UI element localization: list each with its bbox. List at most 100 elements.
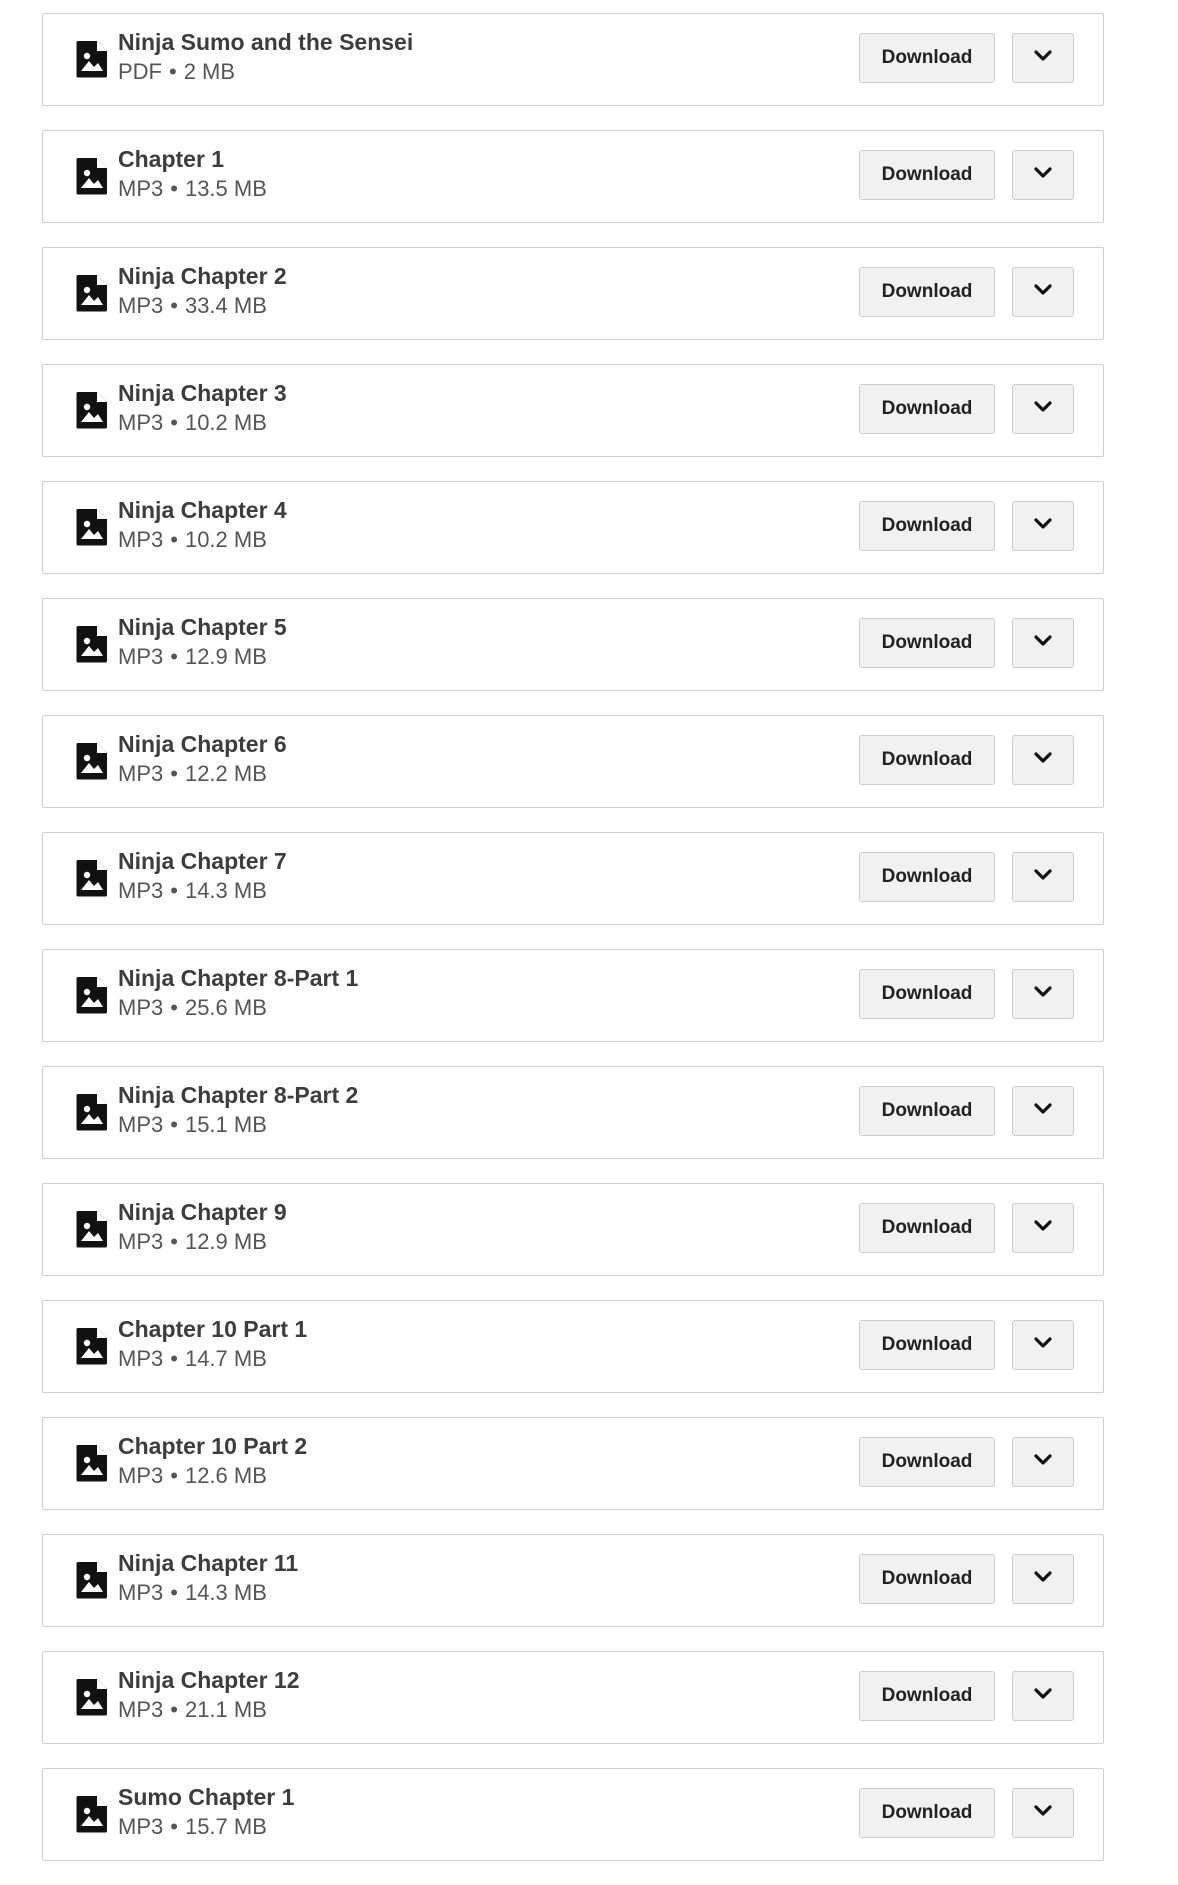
file-name: Ninja Chapter 6 — [118, 731, 287, 757]
more-options-button[interactable] — [1012, 267, 1074, 317]
file-name: Ninja Chapter 7 — [118, 848, 287, 874]
download-button[interactable]: Download — [859, 735, 995, 785]
file-meta: MP3 • 14.7 MB — [118, 1344, 307, 1374]
file-meta: MP3 • 33.4 MB — [118, 291, 287, 321]
meta-separator: • — [170, 1580, 178, 1605]
image-file-icon — [76, 1561, 108, 1599]
file-info: Ninja Chapter 5 MP3 • 12.9 MB — [118, 613, 287, 672]
download-button[interactable]: Download — [859, 1086, 995, 1136]
file-row: Ninja Chapter 6 MP3 • 12.2 MB Download — [42, 715, 1104, 808]
file-size: 13.5 MB — [184, 176, 267, 201]
more-options-button[interactable] — [1012, 33, 1074, 83]
download-button[interactable]: Download — [859, 1788, 995, 1838]
more-options-button[interactable] — [1012, 969, 1074, 1019]
image-file-icon — [76, 274, 108, 312]
chevron-down-icon — [1034, 400, 1052, 418]
file-name: Chapter 1 — [118, 146, 225, 172]
file-type: MP3 — [118, 1697, 164, 1722]
file-row: Ninja Chapter 7 MP3 • 14.3 MB Download — [42, 832, 1104, 925]
more-options-button[interactable] — [1012, 618, 1074, 668]
meta-separator: • — [170, 176, 178, 201]
more-options-button[interactable] — [1012, 1437, 1074, 1487]
file-meta: MP3 • 12.6 MB — [118, 1461, 307, 1491]
file-row: Ninja Chapter 8-Part 2 MP3 • 15.1 MB Downl… — [42, 1066, 1104, 1159]
download-button[interactable]: Download — [859, 969, 995, 1019]
file-type: MP3 — [118, 1463, 164, 1488]
file-type: MP3 — [118, 1229, 164, 1254]
file-row: Chapter 10 Part 1 MP3 • 14.7 MB Download — [42, 1300, 1104, 1393]
file-name: Chapter 10 Part 2 — [118, 1433, 308, 1459]
file-type: MP3 — [118, 761, 164, 786]
file-size: 12.9 MB — [184, 644, 267, 669]
more-options-button[interactable] — [1012, 1203, 1074, 1253]
meta-separator: • — [170, 1112, 178, 1137]
image-file-icon — [76, 1444, 108, 1482]
more-options-button[interactable] — [1012, 852, 1074, 902]
file-size: 21.1 MB — [184, 1697, 267, 1722]
download-button[interactable]: Download — [859, 618, 995, 668]
file-meta: PDF • 2 MB — [118, 57, 413, 87]
file-row: Chapter 1 MP3 • 13.5 MB Download — [42, 130, 1104, 223]
chevron-down-icon — [1034, 1687, 1052, 1705]
file-row: Ninja Chapter 4 MP3 • 10.2 MB Download — [42, 481, 1104, 574]
meta-separator: • — [170, 1346, 178, 1371]
file-list: Ninja Sumo and the Sensei PDF • 2 MB Downl… — [42, 13, 1104, 1885]
file-info: Ninja Chapter 8-Part 2 MP3 • 15.1 MB — [118, 1081, 358, 1140]
more-options-button[interactable] — [1012, 501, 1074, 551]
more-options-button[interactable] — [1012, 1788, 1074, 1838]
file-row: Chapter 10 Part 2 MP3 • 12.6 MB Download — [42, 1417, 1104, 1510]
more-options-button[interactable] — [1012, 1554, 1074, 1604]
more-options-button[interactable] — [1012, 150, 1074, 200]
more-options-button[interactable] — [1012, 384, 1074, 434]
image-file-icon — [76, 742, 108, 780]
download-button[interactable]: Download — [859, 1554, 995, 1604]
more-options-button[interactable] — [1012, 1086, 1074, 1136]
download-button[interactable]: Download — [859, 852, 995, 902]
file-meta: MP3 • 15.1 MB — [118, 1110, 358, 1140]
file-info: Ninja Chapter 11 MP3 • 14.3 MB — [118, 1549, 298, 1608]
chevron-down-icon — [1034, 517, 1052, 535]
file-name: Ninja Chapter 8-Part 1 — [118, 965, 359, 991]
file-name: Ninja Chapter 9 — [118, 1199, 287, 1225]
more-options-button[interactable] — [1012, 1320, 1074, 1370]
meta-separator: • — [170, 1814, 178, 1839]
chevron-down-icon — [1034, 634, 1052, 652]
file-size: 12.6 MB — [184, 1463, 267, 1488]
file-type: MP3 — [118, 1580, 164, 1605]
more-options-button[interactable] — [1012, 735, 1074, 785]
file-size: 14.3 MB — [184, 1580, 267, 1605]
image-file-icon — [76, 1327, 108, 1365]
file-row: Ninja Chapter 11 MP3 • 14.3 MB Download — [42, 1534, 1104, 1627]
chevron-down-icon — [1034, 1453, 1052, 1471]
download-button[interactable]: Download — [859, 501, 995, 551]
download-button[interactable]: Download — [859, 33, 995, 83]
file-row: Ninja Chapter 9 MP3 • 12.9 MB Download — [42, 1183, 1104, 1276]
file-size: 14.7 MB — [184, 1346, 267, 1371]
file-size: 15.1 MB — [184, 1112, 267, 1137]
file-meta: MP3 • 15.7 MB — [118, 1812, 294, 1842]
file-size: 10.2 MB — [184, 410, 267, 435]
chevron-down-icon — [1034, 985, 1052, 1003]
more-options-button[interactable] — [1012, 1671, 1074, 1721]
image-file-icon — [76, 1093, 108, 1131]
meta-separator: • — [170, 1229, 178, 1254]
file-type: PDF — [118, 59, 162, 84]
chevron-down-icon — [1034, 1570, 1052, 1588]
download-button[interactable]: Download — [859, 1671, 995, 1721]
file-info: Ninja Sumo and the Sensei PDF • 2 MB — [118, 28, 413, 87]
file-type: MP3 — [118, 995, 164, 1020]
download-button[interactable]: Download — [859, 384, 995, 434]
file-name: Ninja Chapter 12 — [118, 1667, 300, 1693]
download-button[interactable]: Download — [859, 1320, 995, 1370]
file-size: 2 MB — [183, 59, 236, 84]
image-file-icon — [76, 157, 108, 195]
file-name: Ninja Chapter 2 — [118, 263, 287, 289]
image-file-icon — [76, 1678, 108, 1716]
meta-separator: • — [170, 761, 178, 786]
download-button[interactable]: Download — [859, 150, 995, 200]
file-meta: MP3 • 12.9 MB — [118, 1227, 287, 1257]
download-button[interactable]: Download — [859, 1437, 995, 1487]
file-meta: MP3 • 12.9 MB — [118, 642, 287, 672]
download-button[interactable]: Download — [859, 267, 995, 317]
download-button[interactable]: Download — [859, 1203, 995, 1253]
